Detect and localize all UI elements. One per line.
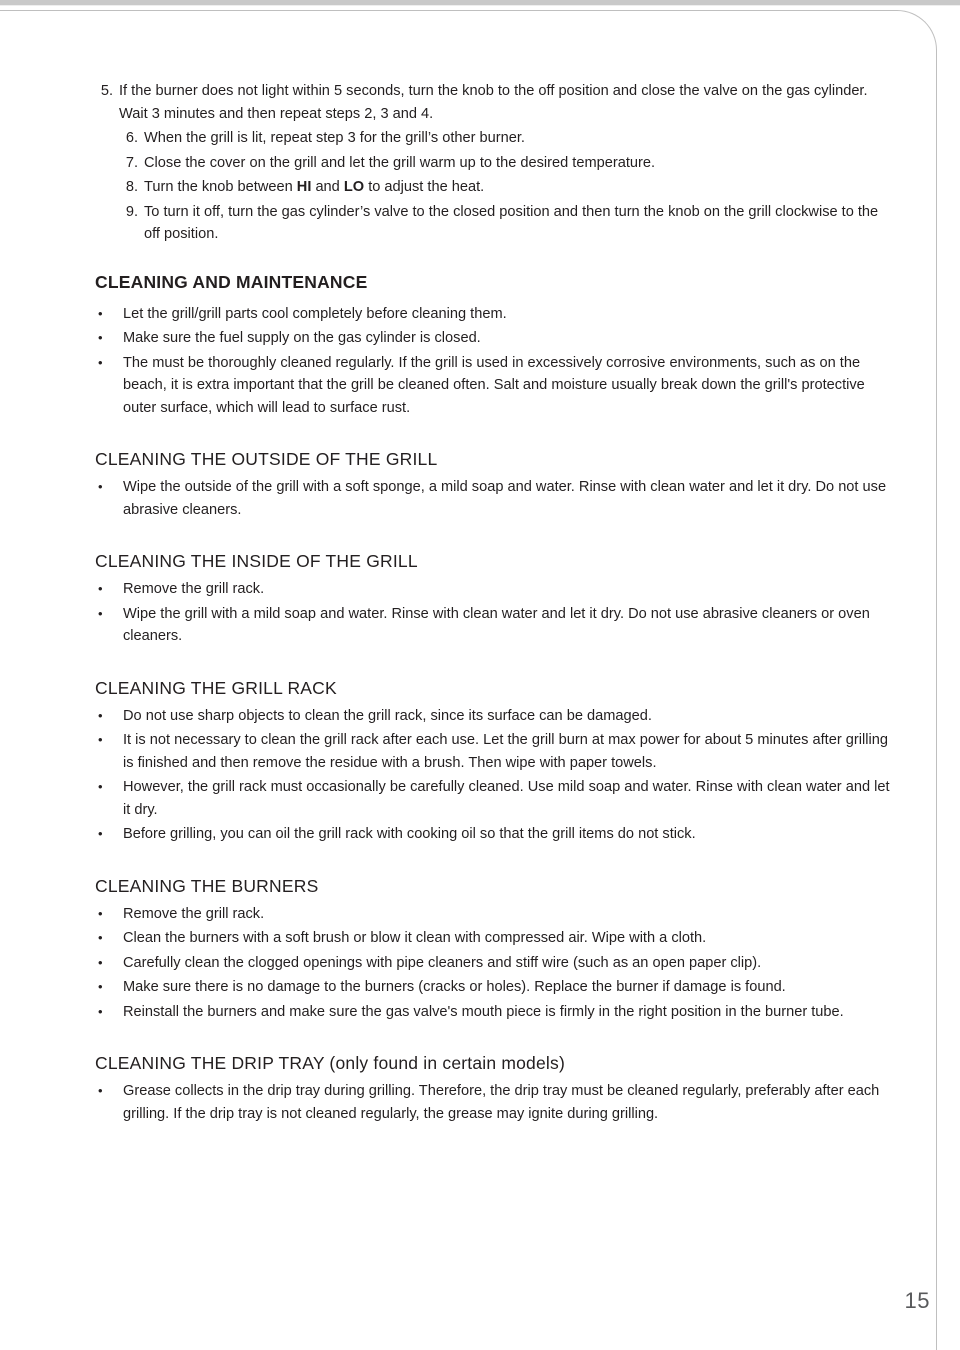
- bullet-dot-icon: •: [98, 354, 103, 370]
- list-item-text: Turn the knob between HI and LO to adjus…: [144, 179, 485, 195]
- bullet-list-item: • Before grilling, you can oil the grill …: [95, 823, 895, 846]
- section-bullet-list: • Remove the grill rack. • Clean the burner…: [95, 903, 895, 1024]
- section-heading: CLEANING THE INSIDE OF THE GRILL: [95, 551, 418, 571]
- bullet-dot-icon: •: [98, 605, 103, 621]
- bullet-dot-icon: •: [98, 954, 103, 970]
- bullet-dot-icon: •: [98, 779, 103, 794]
- cleaning-sections: CLEANING AND MAINTENANCE • Let the grill/g…: [95, 272, 895, 1126]
- bullet-item-text: Clean the burners with a soft brush or b…: [123, 930, 707, 946]
- page-number: 15: [904, 1288, 930, 1313]
- bullet-item-text: Wipe the outside of the grill with a sof…: [123, 479, 887, 518]
- list-item-text: When the grill is lit, repeat step 3 for…: [144, 130, 525, 146]
- section-bullet-list: • Wipe the outside of the grill with a so…: [95, 476, 895, 521]
- list-item-number: 9.: [125, 203, 138, 220]
- bullet-list-item: • Do not use sharp objects to clean the g…: [95, 705, 895, 728]
- bullet-dot-icon: •: [98, 979, 103, 994]
- bullet-item-text: Wipe the grill with a mild soap and wate…: [123, 605, 870, 645]
- bullet-list-item: • Reinstall the burners and make sure the…: [95, 1001, 895, 1024]
- section-bullet-list: • Do not use sharp objects to clean the g…: [95, 705, 895, 846]
- bullet-dot-icon: •: [98, 732, 103, 747]
- section-heading: CLEANING THE OUTSIDE OF THE GRILL: [95, 449, 438, 469]
- numbered-list-item: 7. Close the cover on the grill and let t…: [95, 152, 895, 175]
- content-section: CLEANING THE INSIDE OF THE GRILL • Remove …: [95, 551, 895, 648]
- page-content: 5. If the burner does not light within 5 …: [95, 80, 895, 1127]
- section-bullet-list: • Grease collects in the drip tray during…: [95, 1080, 895, 1125]
- bullet-item-text: Grease collects in the drip tray during …: [123, 1083, 880, 1122]
- list-item-number: 8.: [125, 179, 138, 195]
- numbered-list-item: 5. If the burner does not light within 5 …: [95, 80, 895, 125]
- bullet-item-text: Do not use sharp objects to clean the gr…: [123, 707, 652, 724]
- bullet-list-item: • Clean the burners with a soft brush or …: [95, 927, 895, 950]
- section-heading: CLEANING THE GRILL RACK: [95, 677, 337, 698]
- bullet-dot-icon: •: [98, 1083, 103, 1098]
- top-hairline: [0, 5, 960, 6]
- list-item-text: If the burner does not light within 5 se…: [119, 83, 868, 122]
- numbered-list-item: 8. Turn the knob between HI and LO to adj…: [95, 176, 895, 199]
- bullet-list-item: • Let the grill/grill parts cool complete…: [95, 303, 895, 326]
- list-item-text: Close the cover on the grill and let the…: [144, 154, 656, 171]
- bullet-dot-icon: •: [98, 707, 103, 723]
- bullet-dot-icon: •: [98, 330, 103, 345]
- bullet-list-item: • Remove the grill rack.: [95, 578, 895, 601]
- bullet-item-text: Make sure there is no damage to the burn…: [123, 979, 786, 995]
- bullet-item-text: Reinstall the burners and make sure the …: [123, 1003, 844, 1020]
- section-heading: CLEANING THE BURNERS: [95, 875, 319, 896]
- bullet-item-text: Carefully clean the clogged openings wit…: [123, 954, 762, 971]
- bullet-item-text: Make sure the fuel supply on the gas cyl…: [123, 330, 481, 346]
- bullet-dot-icon: •: [98, 479, 103, 494]
- bullet-item-text: It is not necessary to clean the grill r…: [123, 732, 888, 771]
- bullet-list-item: • However, the grill rack must occasional…: [95, 776, 895, 821]
- list-item-text: To turn it off, turn the gas cylinder’s …: [144, 203, 879, 243]
- content-section: CLEANING THE GRILL RACK • Do not use sharp…: [95, 678, 895, 846]
- bullet-dot-icon: •: [98, 305, 103, 321]
- bullet-list-item: • Make sure there is no damage to the bur…: [95, 976, 895, 999]
- bullet-list-item: • Grease collects in the drip tray during…: [95, 1080, 895, 1125]
- bullet-dot-icon: •: [98, 930, 103, 945]
- bullet-list-item: • Wipe the outside of the grill with a so…: [95, 476, 895, 521]
- bullet-item-text: Let the grill/grill parts cool completel…: [123, 305, 507, 322]
- section-heading: CLEANING THE DRIP TRAY (only found in ce…: [95, 1053, 565, 1073]
- bullet-list-item: • Make sure the fuel supply on the gas cy…: [95, 327, 895, 350]
- content-section: CLEANING AND MAINTENANCE • Let the grill/g…: [95, 272, 895, 420]
- bullet-item-text: Before grilling, you can oil the grill r…: [123, 826, 696, 842]
- bullet-list-item: • Remove the grill rack.: [95, 903, 895, 926]
- bullet-dot-icon: •: [98, 826, 103, 841]
- numbered-list-item: 9. To turn it off, turn the gas cylinder’…: [95, 201, 895, 246]
- bullet-item-text: The must be thoroughly cleaned regularly…: [123, 354, 865, 416]
- list-item-number: 7.: [125, 154, 138, 171]
- list-item-number: 5.: [100, 83, 113, 99]
- section-bullet-list: • Remove the grill rack. • Wipe the grill w…: [95, 578, 895, 648]
- numbered-list-item: 6. When the grill is lit, repeat step 3 f…: [95, 127, 895, 150]
- bullet-item-text: However, the grill rack must occasionall…: [123, 779, 890, 818]
- content-section: CLEANING THE BURNERS • Remove the grill ra…: [95, 876, 895, 1024]
- bullet-dot-icon: •: [98, 905, 103, 921]
- bullet-dot-icon: •: [98, 1003, 103, 1019]
- bullet-item-text: Remove the grill rack.: [123, 581, 265, 597]
- bullet-list-item: • Carefully clean the clogged openings wi…: [95, 952, 895, 975]
- section-bullet-list: • Let the grill/grill parts cool complete…: [95, 303, 895, 420]
- bullet-item-text: Remove the grill rack.: [123, 905, 265, 922]
- numbered-instruction-list: 5. If the burner does not light within 5 …: [95, 80, 895, 246]
- bullet-list-item: • The must be thoroughly cleaned regularl…: [95, 352, 895, 420]
- bullet-list-item: • Wipe the grill with a mild soap and wat…: [95, 603, 895, 648]
- content-section: CLEANING THE DRIP TRAY (only found in ce…: [95, 1053, 895, 1125]
- content-section: CLEANING THE OUTSIDE OF THE GRILL • Wipe t…: [95, 449, 895, 521]
- bullet-list-item: • It is not necessary to clean the grill …: [95, 729, 895, 774]
- list-item-number: 6.: [125, 130, 138, 146]
- section-heading: CLEANING AND MAINTENANCE: [95, 271, 368, 292]
- bullet-dot-icon: •: [98, 581, 103, 596]
